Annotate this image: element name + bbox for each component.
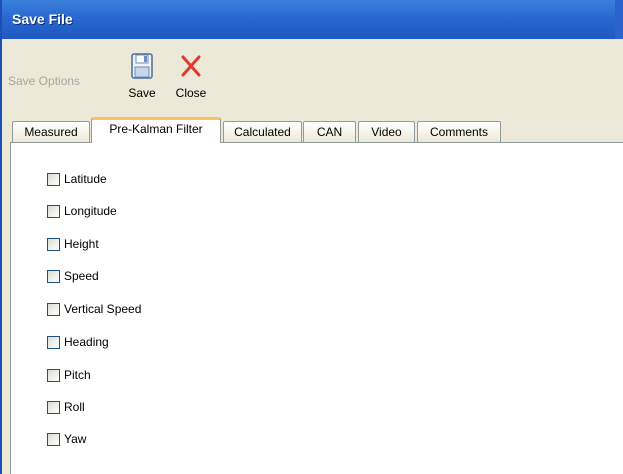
option-label: Vertical Speed — [64, 302, 142, 316]
option-label: Heading — [64, 335, 109, 349]
tab-label: Pre-Kalman Filter — [109, 122, 203, 136]
tab-comments[interactable]: Comments — [417, 121, 501, 142]
option-label: Roll — [64, 400, 85, 414]
option-label: Pitch — [64, 368, 91, 382]
option-label: Longitude — [64, 204, 117, 218]
tab-label: Comments — [429, 125, 488, 139]
save-button[interactable]: Save — [122, 53, 162, 100]
checkbox[interactable] — [47, 302, 60, 316]
tab-measured[interactable]: Measured — [12, 121, 90, 142]
tab-video[interactable]: Video — [358, 121, 415, 142]
tab-label: Measured — [24, 125, 78, 139]
tab-can[interactable]: CAN — [303, 121, 356, 142]
option-label: Latitude — [64, 172, 107, 186]
floppy-disk-icon — [122, 53, 162, 85]
option-vertical-speed[interactable]: Vertical Speed — [47, 301, 141, 317]
tab-label: Video — [371, 125, 402, 139]
title-bar: Save File — [0, 0, 623, 39]
save-label: Save — [128, 86, 156, 100]
save-options-label: Save Options — [8, 74, 81, 88]
panel-margin — [2, 149, 10, 474]
option-height[interactable]: Height — [47, 236, 99, 252]
close-button[interactable]: Close — [171, 53, 211, 100]
checkbox[interactable] — [47, 335, 60, 349]
checkbox[interactable] — [47, 400, 60, 414]
tab-calculated[interactable]: Calculated — [223, 121, 302, 142]
tab-pre-kalman-filter[interactable]: Pre-Kalman Filter — [91, 117, 221, 143]
close-icon — [171, 53, 211, 85]
close-label: Close — [175, 86, 207, 100]
option-speed[interactable]: Speed — [47, 268, 99, 284]
checkbox[interactable] — [47, 172, 60, 186]
option-heading[interactable]: Heading — [47, 334, 109, 350]
tab-label: CAN — [316, 125, 343, 139]
checkbox[interactable] — [47, 368, 60, 382]
window-title: Save File — [12, 11, 73, 27]
option-pitch[interactable]: Pitch — [47, 367, 91, 383]
tab-label: Calculated — [234, 125, 291, 139]
checkbox[interactable] — [47, 204, 60, 218]
checkbox[interactable] — [47, 432, 60, 446]
option-label: Yaw — [64, 432, 87, 446]
option-yaw[interactable]: Yaw — [47, 431, 86, 447]
option-latitude[interactable]: Latitude — [47, 171, 107, 187]
option-label: Speed — [64, 269, 99, 283]
title-bar-edge — [615, 0, 623, 39]
option-longitude[interactable]: Longitude — [47, 203, 117, 219]
toolbar: Save Options Save Close — [0, 39, 623, 114]
checkbox[interactable] — [47, 237, 60, 251]
checkbox[interactable] — [47, 269, 60, 283]
option-roll[interactable]: Roll — [47, 399, 85, 415]
option-label: Height — [64, 237, 99, 251]
